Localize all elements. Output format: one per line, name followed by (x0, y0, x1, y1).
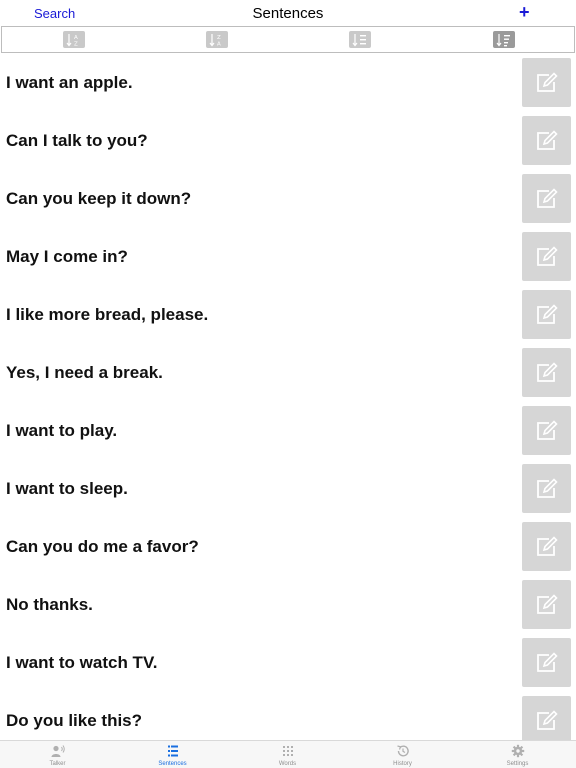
sort-alpha-reverse-icon: Z A (209, 33, 221, 47)
edit-button[interactable] (522, 174, 571, 223)
tab-label: Settings (506, 761, 529, 767)
svg-text:A: A (74, 35, 78, 41)
edit-button[interactable] (522, 580, 571, 629)
tab-label: Words (278, 761, 297, 767)
list-item[interactable]: Can you do me a favor? (0, 518, 576, 576)
gear-icon (511, 744, 524, 758)
list-item[interactable]: Yes, I need a break. (0, 344, 576, 402)
list-item[interactable]: Can you keep it down? (0, 170, 576, 228)
navigation-bar: Search Sentences + (0, 0, 576, 26)
list-item[interactable]: I want to play. (0, 402, 576, 460)
edit-icon (536, 651, 558, 672)
sort-list-icon (352, 33, 366, 46)
edit-icon (536, 361, 558, 382)
sort-custom-icon (496, 33, 510, 46)
edit-icon (536, 535, 558, 556)
edit-icon (536, 709, 558, 730)
edit-icon (536, 593, 558, 614)
page-title: Sentences (252, 5, 324, 22)
sentence-text[interactable]: Can I talk to you? (6, 131, 148, 151)
edit-button[interactable] (522, 464, 571, 513)
edit-icon (536, 419, 558, 440)
tab-sentences[interactable]: Sentences (115, 741, 230, 768)
svg-text:Z: Z (74, 41, 78, 47)
edit-button[interactable] (522, 348, 571, 397)
list-item[interactable]: Can I talk to you? (0, 112, 576, 170)
edit-icon (536, 71, 558, 92)
tab-words[interactable]: Words (230, 741, 345, 768)
list-item[interactable]: I want to sleep. (0, 460, 576, 518)
edit-icon (536, 187, 558, 208)
tab-label: Sentences (158, 761, 187, 767)
svg-text:A: A (217, 41, 221, 47)
list-item[interactable]: No thanks. (0, 576, 576, 634)
edit-button[interactable] (522, 116, 571, 165)
history-icon (396, 745, 409, 757)
sentence-text[interactable]: I want an apple. (6, 73, 133, 93)
edit-icon (536, 477, 558, 498)
sort-list-button[interactable] (349, 31, 371, 48)
sentence-text[interactable]: I like more bread, please. (6, 305, 208, 325)
sort-alpha-icon: A Z (66, 33, 78, 47)
sort-toolbar: A Z Z A (1, 26, 575, 53)
sentence-text[interactable]: I want to sleep. (6, 479, 128, 499)
sentence-list: I want an apple. Can I talk to you? Can … (0, 54, 576, 740)
sentence-text[interactable]: May I come in? (6, 247, 128, 267)
sort-custom-button[interactable] (493, 31, 515, 48)
edit-button[interactable] (522, 696, 571, 740)
list-item[interactable]: May I come in? (0, 228, 576, 286)
sentence-text[interactable]: Can you do me a favor? (6, 537, 199, 557)
tab-settings[interactable]: Settings (460, 741, 575, 768)
tab-label: Talker (49, 761, 66, 767)
edit-button[interactable] (522, 232, 571, 281)
sentence-text[interactable]: No thanks. (6, 595, 93, 615)
list-item[interactable]: Do you like this? (0, 692, 576, 740)
sentence-text[interactable]: Do you like this? (6, 711, 142, 731)
list-item[interactable]: I want an apple. (0, 54, 576, 112)
edit-icon (536, 245, 558, 266)
sentence-text[interactable]: Can you keep it down? (6, 189, 191, 209)
sentence-text[interactable]: I want to watch TV. (6, 653, 157, 673)
svg-text:Z: Z (217, 35, 221, 41)
edit-button[interactable] (522, 522, 571, 571)
sentence-text[interactable]: Yes, I need a break. (6, 363, 163, 383)
edit-icon (536, 303, 558, 324)
list-item[interactable]: I like more bread, please. (0, 286, 576, 344)
sort-alpha-reverse-button[interactable]: Z A (206, 31, 228, 48)
list-item[interactable]: I want to watch TV. (0, 634, 576, 692)
sentence-text[interactable]: I want to play. (6, 421, 117, 441)
edit-button[interactable] (522, 406, 571, 455)
edit-button[interactable] (522, 290, 571, 339)
edit-button[interactable] (522, 638, 571, 687)
tab-history[interactable]: History (345, 741, 460, 768)
talker-icon (51, 745, 65, 757)
tab-label: History (393, 761, 412, 767)
grid-icon (282, 746, 293, 756)
tab-bar: Talker Sentences Words History Settings (0, 740, 576, 768)
add-sentence-button[interactable]: + (519, 3, 530, 21)
tab-talker[interactable]: Talker (0, 741, 115, 768)
edit-button[interactable] (522, 58, 571, 107)
edit-icon (536, 129, 558, 150)
list-icon (167, 745, 178, 757)
sort-alpha-button[interactable]: A Z (63, 31, 85, 48)
